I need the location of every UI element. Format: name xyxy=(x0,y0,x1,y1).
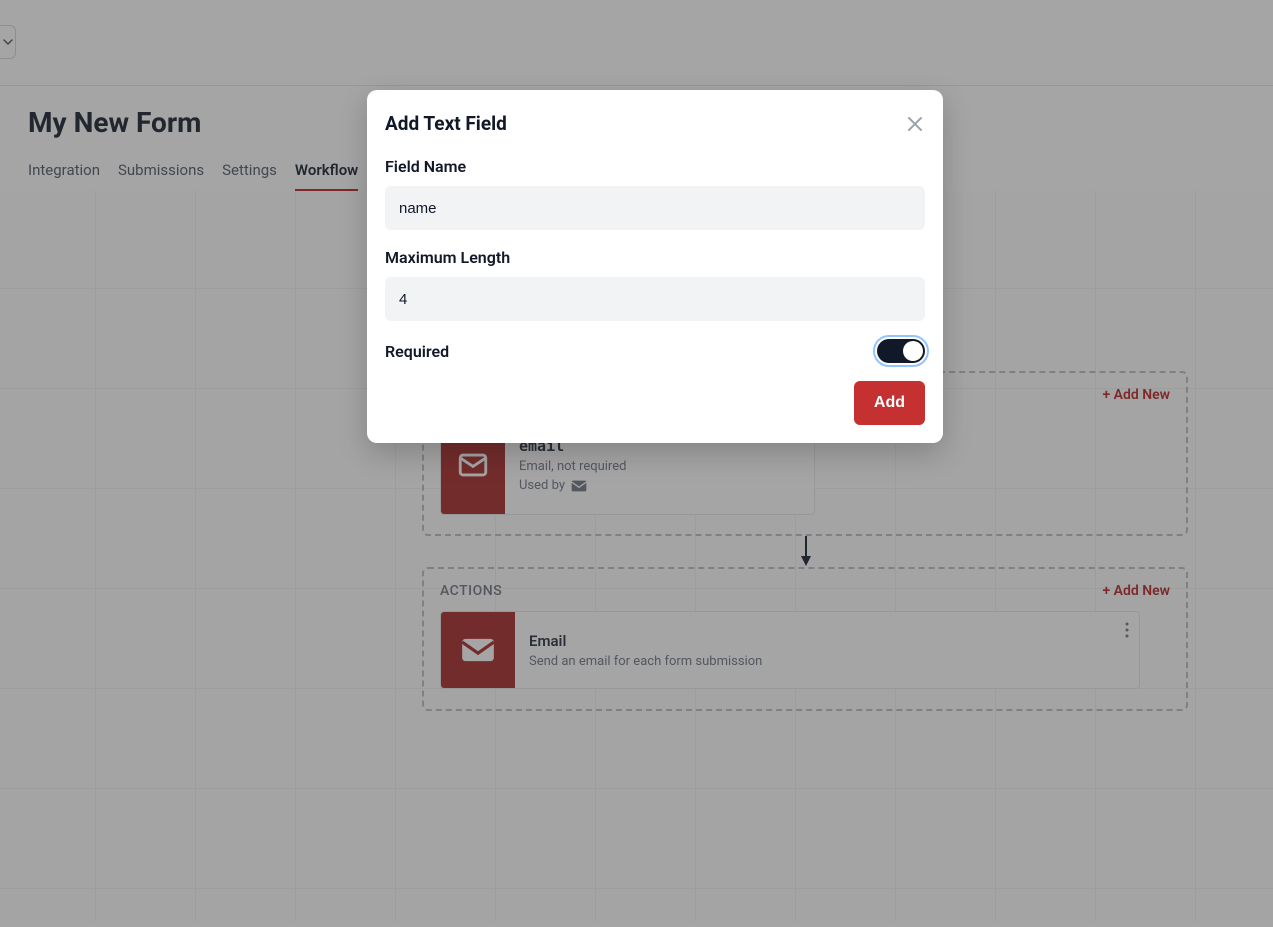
required-toggle[interactable] xyxy=(877,339,925,363)
add-text-field-modal: Add Text Field Field Name Maximum Length… xyxy=(367,90,943,443)
toggle-knob xyxy=(903,341,923,361)
modal-close-button[interactable] xyxy=(905,114,925,134)
modal-title: Add Text Field xyxy=(385,112,507,135)
close-icon xyxy=(907,116,923,132)
add-button[interactable]: Add xyxy=(854,381,925,425)
field-name-label: Field Name xyxy=(385,157,925,176)
max-length-input[interactable] xyxy=(385,277,925,321)
field-name-input[interactable] xyxy=(385,186,925,230)
max-length-label: Maximum Length xyxy=(385,248,925,267)
required-label: Required xyxy=(385,342,449,361)
